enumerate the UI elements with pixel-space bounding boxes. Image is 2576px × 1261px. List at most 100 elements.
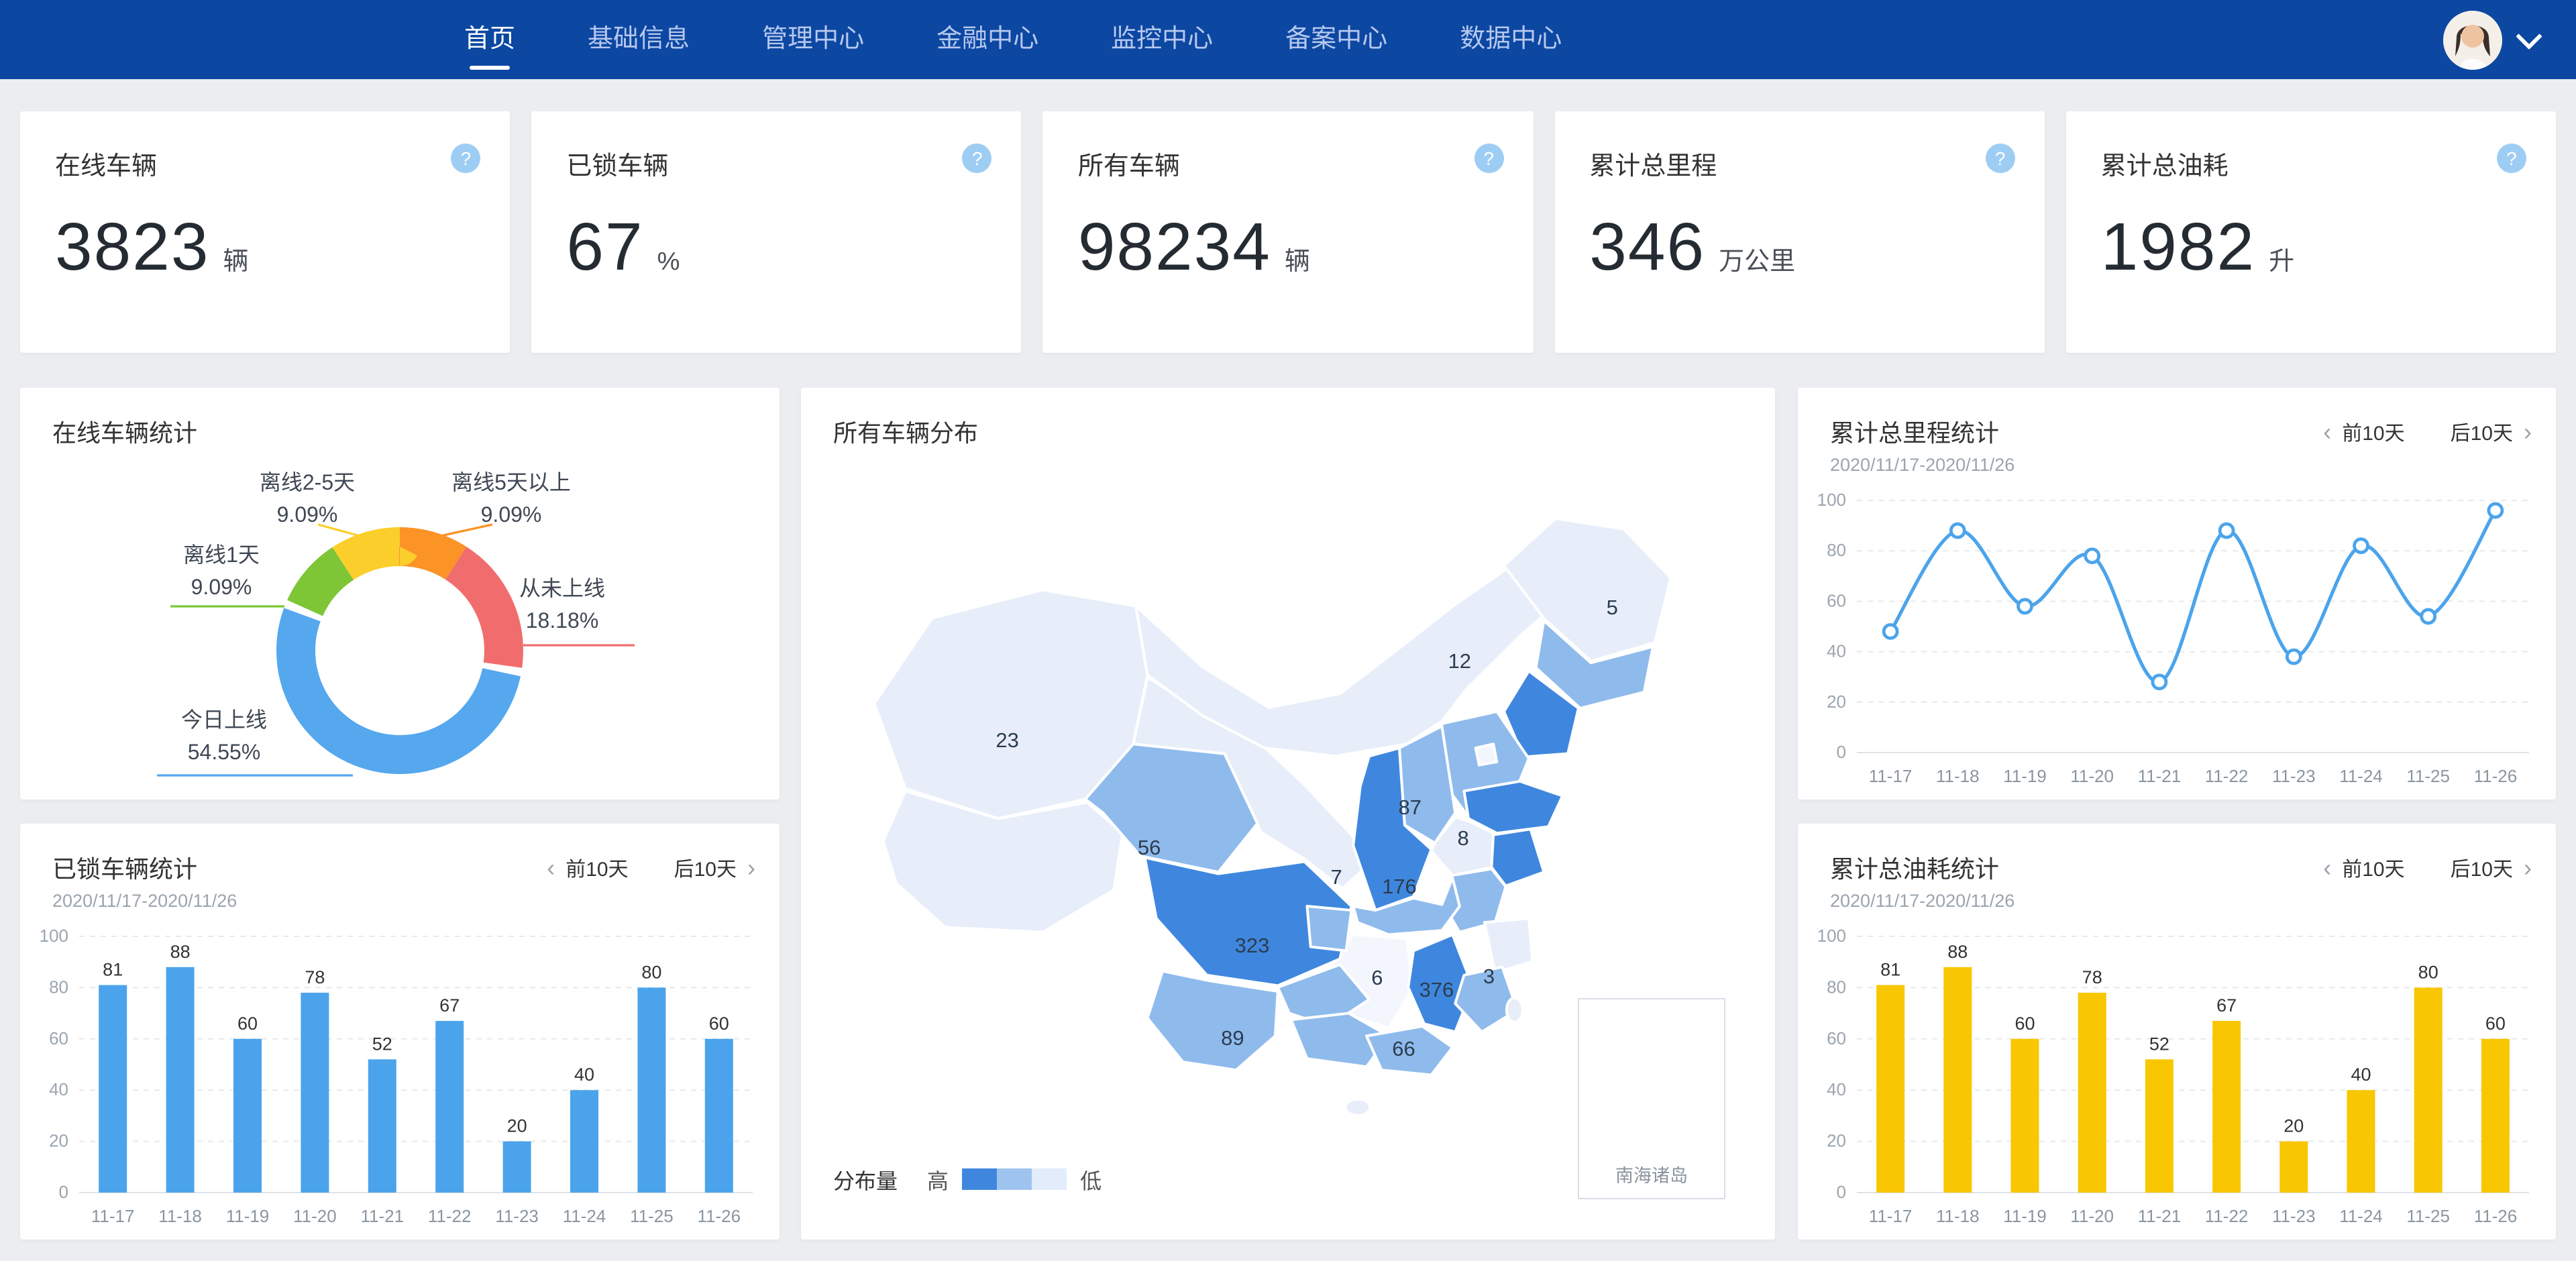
bar-value-label: 40 xyxy=(2351,1064,2371,1085)
help-icon[interactable]: ? xyxy=(2497,144,2526,173)
nav-item-4[interactable]: 金融中心 xyxy=(936,0,1038,79)
x-tick-label: 11-25 xyxy=(2406,1206,2450,1226)
bar-value-label: 52 xyxy=(372,1034,392,1054)
legend-swatch-high xyxy=(962,1168,997,1190)
chevron-left-icon[interactable]: ‹ xyxy=(2323,420,2331,444)
province-heilongjiang[interactable] xyxy=(1504,518,1671,661)
pie-label: 从未上线 xyxy=(519,576,605,600)
map-value: 323 xyxy=(1235,934,1270,958)
nav-item-1[interactable]: 首页 xyxy=(464,0,515,79)
help-icon[interactable]: ? xyxy=(1474,144,1503,173)
chevron-right-icon[interactable]: › xyxy=(747,856,755,880)
pie-label-value: 9.09% xyxy=(481,502,542,527)
bar-chart: 02040608010011-1711-1811-1911-2011-2111-… xyxy=(1798,824,2556,1240)
x-tick-label: 11-26 xyxy=(698,1206,741,1226)
chevron-right-icon[interactable]: › xyxy=(2524,420,2532,444)
y-tick-label: 0 xyxy=(59,1182,68,1202)
help-icon[interactable]: ? xyxy=(1986,144,2015,173)
map-value: 12 xyxy=(1448,650,1472,674)
south-china-sea-inset: 南海诸岛 xyxy=(1578,998,1725,1199)
bar-11-20 xyxy=(301,993,329,1193)
map-value: 87 xyxy=(1399,797,1422,821)
bar-value-label: 67 xyxy=(439,995,460,1016)
prev-10-days-button[interactable]: 前10天 xyxy=(2342,418,2404,446)
chevron-right-icon[interactable]: › xyxy=(2524,856,2532,880)
x-tick-label: 11-17 xyxy=(1869,1206,1913,1226)
y-tick-label: 0 xyxy=(1837,742,1846,762)
card-total-fuel-stats: 累计总油耗统计 ‹ 前10天 后10天 › 2020/11/17-2020/11… xyxy=(1798,824,2556,1240)
x-tick-label: 11-26 xyxy=(2474,766,2518,786)
nav-item-6[interactable]: 备案中心 xyxy=(1285,0,1387,79)
map-value: 23 xyxy=(996,730,1019,755)
y-tick-label: 60 xyxy=(1827,1028,1846,1048)
y-tick-label: 80 xyxy=(1827,540,1846,560)
nav-item-2[interactable]: 基础信息 xyxy=(588,0,690,79)
bar-value-label: 88 xyxy=(1947,942,1968,962)
x-tick-label: 11-19 xyxy=(2003,766,2047,786)
x-tick-label: 11-21 xyxy=(2138,1206,2182,1226)
province-hainan[interactable] xyxy=(1345,1099,1370,1115)
bar-11-20 xyxy=(2078,993,2106,1193)
pie-label: 离线1天 xyxy=(183,543,260,567)
data-point-11-26 xyxy=(2489,504,2502,517)
province-taiwan[interactable] xyxy=(1507,998,1523,1022)
bar-11-26 xyxy=(2481,1039,2510,1193)
top-nav: 首页基础信息管理中心金融中心监控中心备案中心数据中心 xyxy=(0,0,2576,79)
user-avatar[interactable] xyxy=(2443,10,2502,69)
y-tick-label: 60 xyxy=(49,1028,68,1048)
pie-label: 今日上线 xyxy=(181,708,267,732)
map-value: 376 xyxy=(1419,979,1454,1003)
province-yunnan[interactable] xyxy=(1147,971,1277,1071)
next-10-days-button[interactable]: 后10天 xyxy=(674,854,737,882)
map-legend: 分布量 高 低 xyxy=(833,1163,1102,1195)
kpi-value: 3823 xyxy=(55,208,209,286)
card-title: 累计总油耗统计 xyxy=(1830,851,1999,885)
next-10-days-button[interactable]: 后10天 xyxy=(2451,854,2513,882)
user-menu[interactable] xyxy=(2443,0,2538,79)
kpi-card-2: 已锁车辆?67% xyxy=(531,111,1021,353)
bar-11-17 xyxy=(99,985,127,1193)
prev-10-days-button[interactable]: 前10天 xyxy=(2342,854,2404,882)
data-point-11-21 xyxy=(2153,675,2166,689)
nav-item-7[interactable]: 数据中心 xyxy=(1460,0,1562,79)
bar-value-label: 88 xyxy=(170,942,191,962)
prev-10-days-button[interactable]: 前10天 xyxy=(566,854,628,882)
help-icon[interactable]: ? xyxy=(963,144,992,173)
help-icon[interactable]: ? xyxy=(451,144,480,173)
next-10-days-button[interactable]: 后10天 xyxy=(2451,418,2513,446)
data-point-11-19 xyxy=(2019,600,2032,613)
data-point-11-20 xyxy=(2086,549,2099,563)
x-tick-label: 11-24 xyxy=(563,1206,606,1226)
y-tick-label: 20 xyxy=(49,1131,68,1151)
x-tick-label: 11-17 xyxy=(1869,766,1913,786)
dashboard-root: 首页基础信息管理中心金融中心监控中心备案中心数据中心 在线车辆?3823辆已锁车… xyxy=(0,0,2576,1261)
chevron-left-icon[interactable]: ‹ xyxy=(2323,856,2331,880)
x-tick-label: 11-20 xyxy=(2070,1206,2114,1226)
x-tick-label: 11-21 xyxy=(2138,766,2182,786)
map-value: 5 xyxy=(1607,597,1618,621)
nav-item-5[interactable]: 监控中心 xyxy=(1111,0,1213,79)
pie-label: 离线2-5天 xyxy=(260,470,355,494)
bar-value-label: 78 xyxy=(2082,967,2102,987)
province-zhejiang[interactable] xyxy=(1485,918,1532,973)
pie-label-value: 9.09% xyxy=(277,502,338,527)
nav-item-3[interactable]: 管理中心 xyxy=(762,0,864,79)
bar-11-22 xyxy=(435,1021,464,1193)
data-point-11-22 xyxy=(2220,524,2233,537)
date-range: 2020/11/17-2020/11/26 xyxy=(1830,891,2015,911)
map-value: 176 xyxy=(1382,876,1417,900)
chevron-left-icon[interactable]: ‹ xyxy=(547,856,555,880)
bar-11-24 xyxy=(2347,1090,2375,1193)
bar-value-label: 60 xyxy=(2485,1013,2506,1034)
x-tick-label: 11-19 xyxy=(2003,1206,2047,1226)
province-chongqing[interactable] xyxy=(1307,906,1351,951)
x-tick-label: 11-25 xyxy=(2406,766,2450,786)
bar-11-17 xyxy=(1876,985,1904,1193)
province-beijing[interactable] xyxy=(1476,744,1497,765)
bar-value-label: 52 xyxy=(2149,1034,2169,1054)
chevron-down-icon[interactable] xyxy=(2516,23,2542,50)
bar-value-label: 40 xyxy=(574,1064,594,1085)
kpi-value: 1982 xyxy=(2101,208,2255,286)
card-vehicle-distribution-map: 所有车辆分布 xyxy=(801,388,1775,1240)
legend-swatch-mid xyxy=(997,1168,1032,1190)
